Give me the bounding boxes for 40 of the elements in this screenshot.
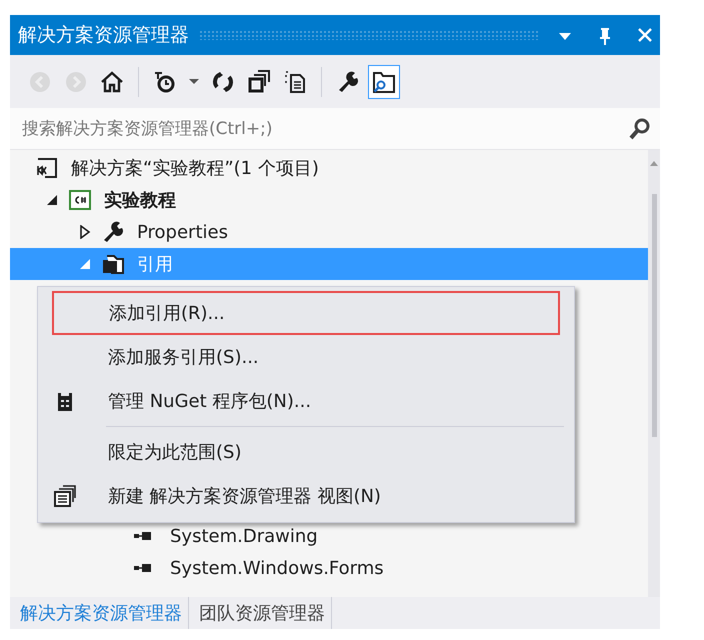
back-icon — [28, 70, 52, 94]
scrollbar[interactable] — [648, 150, 660, 597]
tree-item[interactable]: 解决方案“实验教程”(1 个项目) — [10, 152, 648, 184]
collapsed-arrow-icon[interactable] — [78, 225, 90, 239]
refresh-icon — [211, 70, 235, 94]
tree-item[interactable]: 实验教程 — [10, 184, 648, 216]
tree-item[interactable]: System.Drawing — [10, 520, 648, 552]
forward-icon — [64, 70, 88, 94]
windows-icon — [247, 70, 271, 94]
search-icon[interactable] — [628, 116, 652, 141]
folder-search-icon — [372, 70, 396, 94]
menu-item[interactable]: 新建 解决方案资源管理器 视图(N) — [52, 474, 560, 518]
clock-icon — [153, 70, 177, 94]
solution-icon — [35, 156, 59, 180]
window-title: 解决方案资源管理器 — [18, 22, 189, 48]
caret-icon — [189, 79, 199, 84]
reference-icon — [134, 532, 151, 540]
tree-item[interactable]: Properties — [10, 216, 648, 248]
tree-item-label: System.Windows.Forms — [170, 556, 384, 580]
search-box[interactable]: 搜索解决方案资源管理器(Ctrl+;) — [10, 108, 660, 150]
expanded-arrow-icon[interactable] — [46, 194, 58, 206]
menu-item[interactable]: 管理 NuGet 程序包(N)... — [52, 379, 560, 423]
tab[interactable]: 解决方案资源管理器 — [10, 597, 189, 629]
tree-item-label: Properties — [137, 220, 228, 244]
home-icon — [100, 70, 124, 94]
windows-icon — [53, 484, 77, 508]
menu-item[interactable]: 限定为此范围(S) — [52, 430, 560, 474]
tree-item-label: 引用 — [137, 252, 173, 276]
tree-item-label: System.Drawing — [170, 524, 318, 548]
documents-icon — [283, 70, 307, 94]
csharp-project-icon — [68, 188, 92, 212]
menu-item[interactable]: 添加服务引用(S)... — [52, 335, 560, 379]
folder-search-button[interactable] — [368, 64, 400, 98]
tree-item-label: 解决方案“实验教程”(1 个项目) — [71, 156, 319, 180]
folder-icon — [101, 252, 125, 276]
tree-item[interactable]: System.Windows.Forms — [10, 552, 648, 584]
tree-item-label: 实验教程 — [104, 188, 176, 212]
reference-icon — [134, 564, 151, 572]
menu-item[interactable]: 添加引用(R)... — [52, 291, 560, 335]
tab[interactable]: 团队资源管理器 — [189, 597, 332, 629]
